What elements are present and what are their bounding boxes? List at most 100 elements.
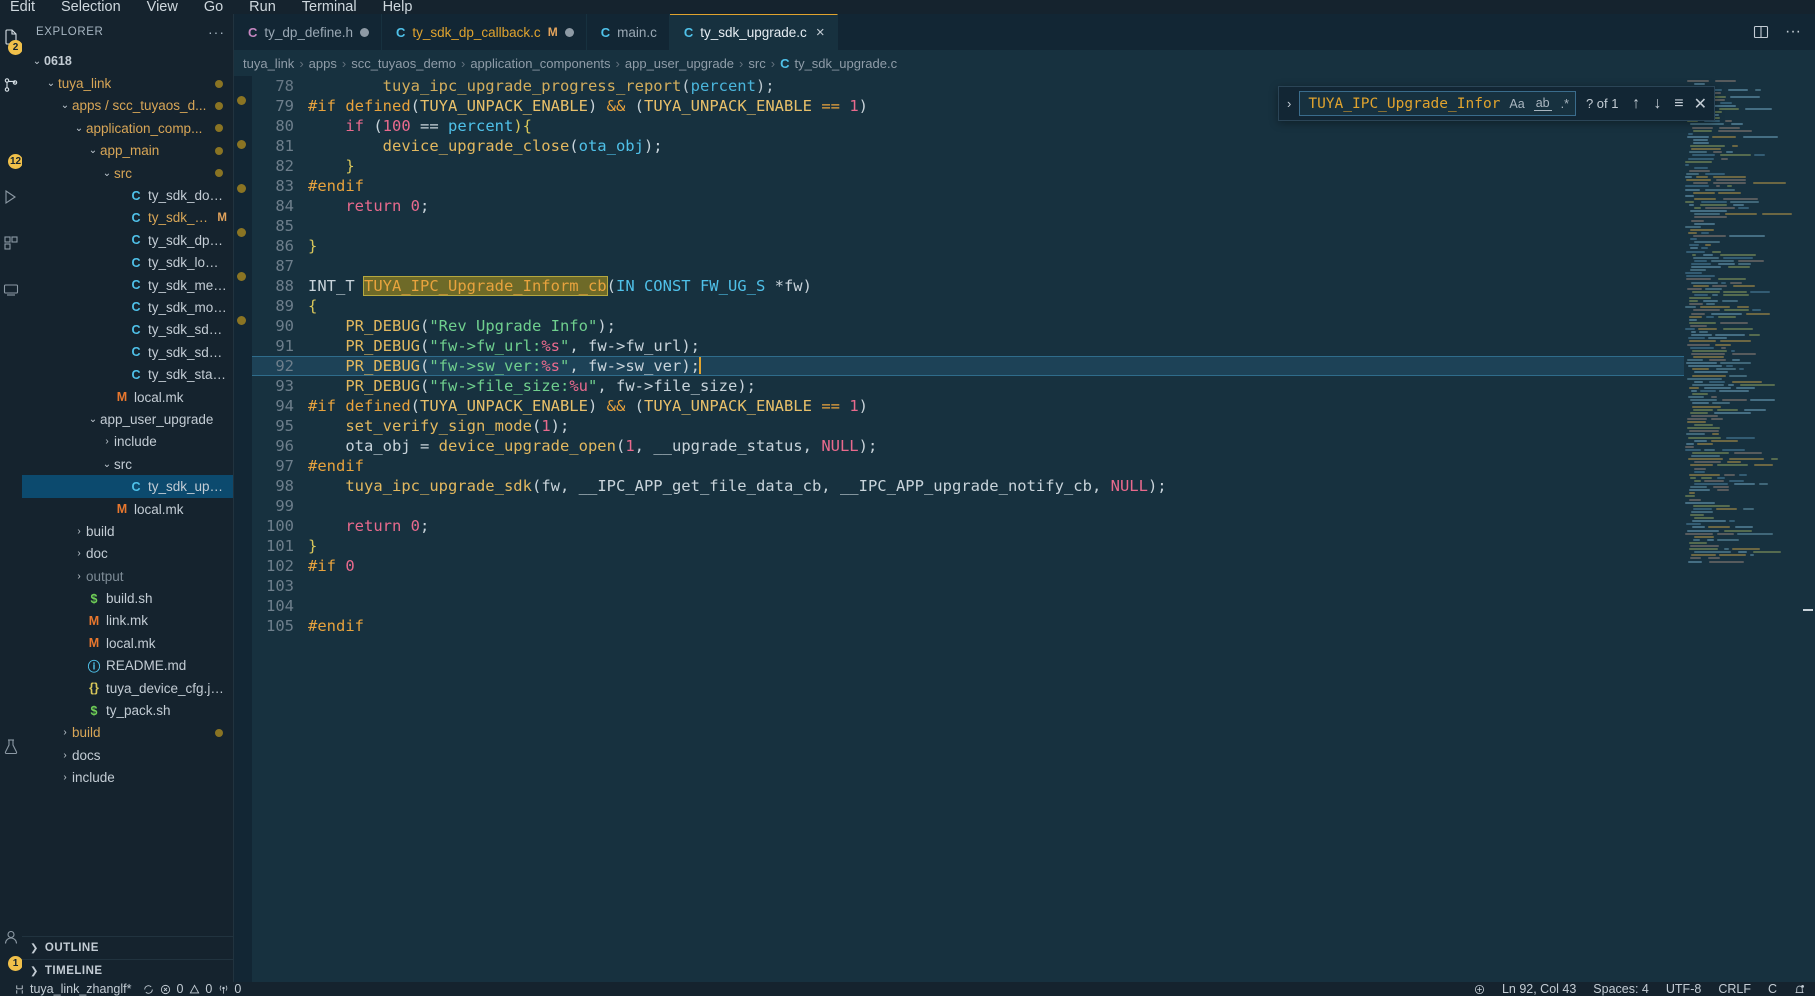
activity-testing[interactable] <box>0 724 22 770</box>
breadcrumb-item-file[interactable]: Cty_sdk_upgrade.c <box>780 56 897 71</box>
tree-item[interactable]: Mlocal.mk <box>22 386 233 408</box>
breadcrumb-item[interactable]: application_components <box>470 56 610 71</box>
tree-item[interactable]: ⌄ app_main <box>22 140 233 162</box>
match-case-icon[interactable]: Aa <box>1507 97 1526 111</box>
editor-tab[interactable]: Cty_dp_define.h <box>234 14 382 50</box>
tree-item[interactable]: ⓘ README.md <box>22 655 233 677</box>
sync-changes-button[interactable] <box>143 984 154 995</box>
tree-item[interactable]: ⌄ src <box>22 162 233 184</box>
breadcrumb-item[interactable]: src <box>748 56 765 71</box>
problems-errors[interactable]: 0 <box>160 982 183 996</box>
code-line[interactable]: 103 <box>252 576 1652 596</box>
code-line[interactable]: 86} <box>252 236 1652 256</box>
code-line[interactable]: 97 #endif <box>252 456 1652 476</box>
code-line[interactable]: 94 #if defined(TUYA_UNPACK_ENABLE) && (TU… <box>252 396 1652 416</box>
menu-item-edit[interactable]: Edit <box>10 0 35 14</box>
tree-item[interactable]: Cty_sdk_lowpower.c <box>22 252 233 274</box>
breadcrumb-item[interactable]: tuya_link <box>243 56 294 71</box>
toggle-replace-icon[interactable]: › <box>1285 96 1293 111</box>
code-line[interactable]: 93 PR_DEBUG("fw->file_size:%u", fw->file… <box>252 376 1652 396</box>
tree-item[interactable]: Cty_sdk_dp_handler.c <box>22 229 233 251</box>
editor-tab[interactable]: Cty_sdk_dp_callback.c M <box>382 14 587 50</box>
end-of-line[interactable]: CRLF <box>1718 982 1751 996</box>
code-line[interactable]: 99 <box>252 496 1652 516</box>
activity-run-debug[interactable] <box>0 174 22 220</box>
code-line[interactable]: 90 PR_DEBUG("Rev Upgrade Info"); <box>252 316 1652 336</box>
tree-item[interactable]: Mlocal.mk <box>22 498 233 520</box>
tree-item[interactable]: › build <box>22 722 233 744</box>
menu-item-help[interactable]: Help <box>383 0 413 14</box>
tree-item[interactable]: › output <box>22 565 233 587</box>
tree-item[interactable]: Cty_sdk_dp_cal... M <box>22 207 233 229</box>
find-input-container[interactable]: TUYA_IPC_Upgrade_Infor Aa ab .* <box>1299 91 1576 116</box>
tree-item[interactable]: › doc <box>22 543 233 565</box>
scrollbar-marker[interactable] <box>1803 609 1813 611</box>
menu-item-terminal[interactable]: Terminal <box>302 0 357 14</box>
ports-forwarded[interactable]: 0 <box>218 982 241 996</box>
code-line[interactable]: 81 device_upgrade_close(ota_obj); <box>252 136 1652 156</box>
activity-accounts[interactable] <box>0 914 22 960</box>
activity-extensions[interactable] <box>0 220 22 266</box>
code-line[interactable]: 87 <box>252 256 1652 276</box>
editor-tab-active[interactable]: Cty_sdk_upgrade.c × <box>669 14 838 50</box>
remote-host-indicator[interactable]: tuya_link_zhanglf* <box>8 982 137 996</box>
activity-source-control[interactable] <box>0 62 22 108</box>
indentation[interactable]: Spaces: 4 <box>1593 982 1649 996</box>
tree-item[interactable]: Cty_sdk_media_callb... <box>22 274 233 296</box>
code-line-current[interactable]: 92 PR_DEBUG("fw->sw_ver:%s", fw->sw_ver)… <box>252 356 1684 376</box>
tree-item[interactable]: ⌄ src <box>22 453 233 475</box>
menu-item-selection[interactable]: Selection <box>61 0 121 14</box>
tree-item[interactable]: {} tuya_device_cfg.json <box>22 677 233 699</box>
code-line[interactable]: 89 { <box>252 296 1652 316</box>
minimap[interactable] <box>1683 76 1801 982</box>
close-tab-icon[interactable]: × <box>816 25 825 40</box>
code-line[interactable]: 100 return 0; <box>252 516 1652 536</box>
tree-item[interactable]: Cty_sdk_sd_card.c <box>22 341 233 363</box>
language-mode[interactable]: C <box>1768 982 1777 996</box>
code-lines[interactable]: 78 tuya_ipc_upgrade_progress_report(perc… <box>252 76 1684 982</box>
find-in-selection-button[interactable]: ≡ <box>1671 94 1686 114</box>
breadcrumb-item[interactable]: apps <box>309 56 337 71</box>
menu-item-run[interactable]: Run <box>249 0 276 14</box>
code-line[interactable]: 104 <box>252 596 1652 616</box>
file-tree[interactable]: ⌄ 0618 ⌄ tuya_link ⌄ apps / scc_tuyaos_d... ⌄ a… <box>22 50 233 936</box>
tree-item[interactable]: Mlink.mk <box>22 610 233 632</box>
code-line[interactable]: 95 set_verify_sign_mode(1); <box>252 416 1652 436</box>
problems-warnings[interactable]: 0 <box>189 982 212 996</box>
feedback-button[interactable] <box>1474 984 1485 995</box>
overview-ruler[interactable] <box>234 76 252 982</box>
editor-tab[interactable]: Cmain.c <box>587 14 670 50</box>
code-editor[interactable]: 78 tuya_ipc_upgrade_progress_report(perc… <box>234 76 1815 982</box>
tree-item[interactable]: ⌄ tuya_link <box>22 72 233 94</box>
tree-item[interactable]: $ build.sh <box>22 587 233 609</box>
tree-item[interactable]: › include <box>22 767 233 789</box>
previous-match-button[interactable]: ↑ <box>1628 94 1643 114</box>
unsaved-dot-icon[interactable] <box>359 27 369 37</box>
tree-item[interactable]: ⌄ apps / scc_tuyaos_d... <box>22 95 233 117</box>
tree-item[interactable]: Cty_sdk_status_callb... <box>22 363 233 385</box>
code-line[interactable]: 83 #endif <box>252 176 1652 196</box>
tree-item[interactable]: Cty_sdk_sd_album.c <box>22 319 233 341</box>
explorer-more-actions-icon[interactable]: ··· <box>208 24 225 40</box>
code-line[interactable]: 84 return 0; <box>252 196 1652 216</box>
tree-item[interactable]: › build <box>22 520 233 542</box>
encoding[interactable]: UTF-8 <box>1666 982 1701 996</box>
menu-item-view[interactable]: View <box>147 0 178 14</box>
code-line[interactable]: 101} <box>252 536 1652 556</box>
find-input[interactable]: TUYA_IPC_Upgrade_Infor <box>1308 96 1500 112</box>
tree-item[interactable]: $ ty_pack.sh <box>22 699 233 721</box>
timeline-panel-header[interactable]: ❯ TIMELINE <box>22 959 233 982</box>
find-widget[interactable]: › TUYA_IPC_Upgrade_Infor Aa ab .* ? of 1… <box>1278 86 1715 121</box>
code-line[interactable]: 82 } <box>252 156 1652 176</box>
tree-item[interactable]: Cty_sdk_doorbell.c <box>22 184 233 206</box>
code-line[interactable]: 91 PR_DEBUG("fw->fw_url:%s", fw->fw_url)… <box>252 336 1652 356</box>
use-regex-icon[interactable]: .* <box>1559 97 1571 111</box>
tree-item-selected[interactable]: Cty_sdk_upgrade.c <box>22 475 233 498</box>
code-line[interactable]: 96 ota_obj = device_upgrade_open(1, __up… <box>252 436 1652 456</box>
breadcrumb-item[interactable]: app_user_upgrade <box>625 56 734 71</box>
tree-item[interactable]: Cty_sdk_motion_det... <box>22 296 233 318</box>
close-find-button[interactable]: ✕ <box>1693 94 1708 114</box>
unsaved-dot-icon[interactable] <box>564 27 574 37</box>
activity-remote-explorer[interactable] <box>0 266 22 312</box>
code-line[interactable]: 105 #endif <box>252 616 1652 636</box>
